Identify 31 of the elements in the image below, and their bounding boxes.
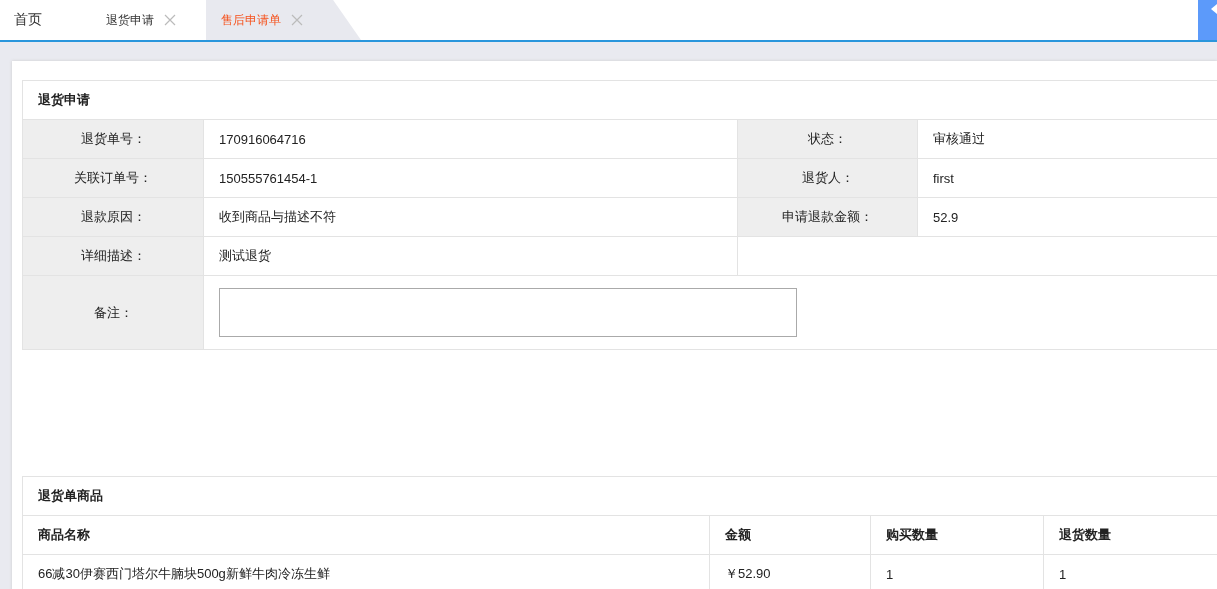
field-label: 申请退款金额： xyxy=(737,198,917,237)
field-value: 170916064716 xyxy=(203,120,737,159)
column-header: 购买数量 xyxy=(870,516,1043,555)
field-label: 关联订单号： xyxy=(23,159,203,198)
table-cell: 1 xyxy=(870,555,1043,589)
column-header: 商品名称 xyxy=(23,516,709,555)
field-value: 150555761454-1 xyxy=(203,159,737,198)
field-label: 退款原因： xyxy=(23,198,203,237)
close-icon[interactable] xyxy=(164,14,176,26)
close-icon[interactable] xyxy=(291,14,303,26)
field-label: 详细描述： xyxy=(23,237,203,276)
table-cell: 1 xyxy=(1043,555,1217,589)
section-title: 退货单商品 xyxy=(23,477,1217,516)
tab[interactable]: 首页 xyxy=(0,0,92,40)
table-cell: ￥52.90 xyxy=(709,555,870,589)
column-header: 退货数量 xyxy=(1043,516,1217,555)
expand-button[interactable] xyxy=(1198,0,1217,40)
tab[interactable]: 退货申请 xyxy=(92,0,206,40)
field-label: 退货人： xyxy=(737,159,917,198)
field-value: first xyxy=(917,159,1217,198)
chevron-icon xyxy=(1211,4,1217,14)
field-label: 退货单号： xyxy=(23,120,203,159)
field-value: 测试退货 xyxy=(203,237,737,276)
remark-field[interactable] xyxy=(219,288,797,337)
field-value: 收到商品与描述不符 xyxy=(203,198,737,237)
field-label: 状态： xyxy=(737,120,917,159)
column-header: 金额 xyxy=(709,516,870,555)
field-value: 审核通过 xyxy=(917,120,1217,159)
table-cell: 66减30伊赛西门塔尔牛腩块500g新鲜牛肉冷冻生鲜 xyxy=(23,555,709,589)
field-value: 52.9 xyxy=(917,198,1217,237)
field-label: 备注： xyxy=(23,276,203,349)
